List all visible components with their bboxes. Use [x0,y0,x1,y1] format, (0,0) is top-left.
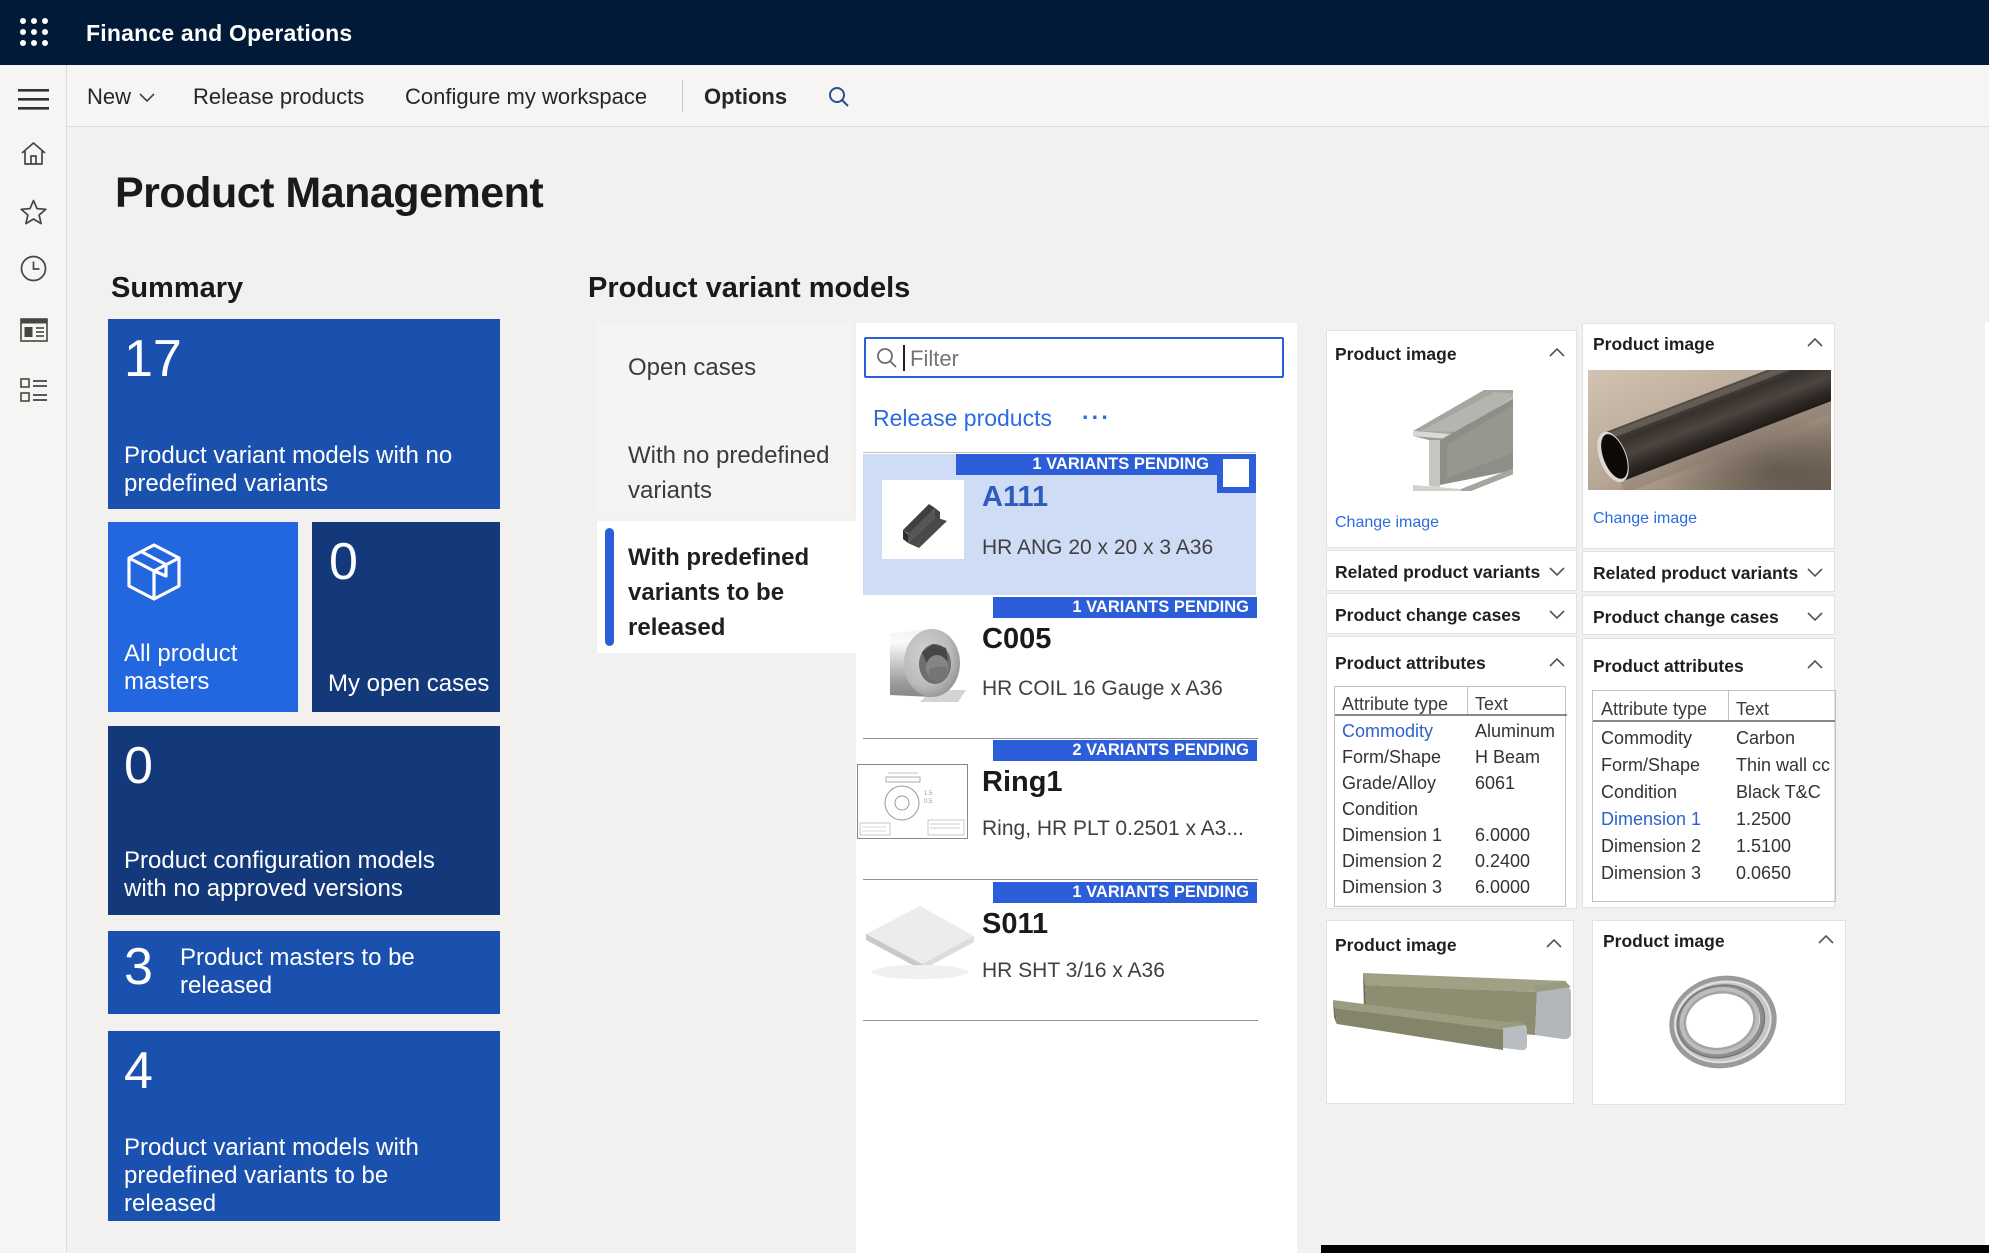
svg-text:0.5: 0.5 [924,799,933,805]
svg-text:1.5: 1.5 [924,791,933,797]
